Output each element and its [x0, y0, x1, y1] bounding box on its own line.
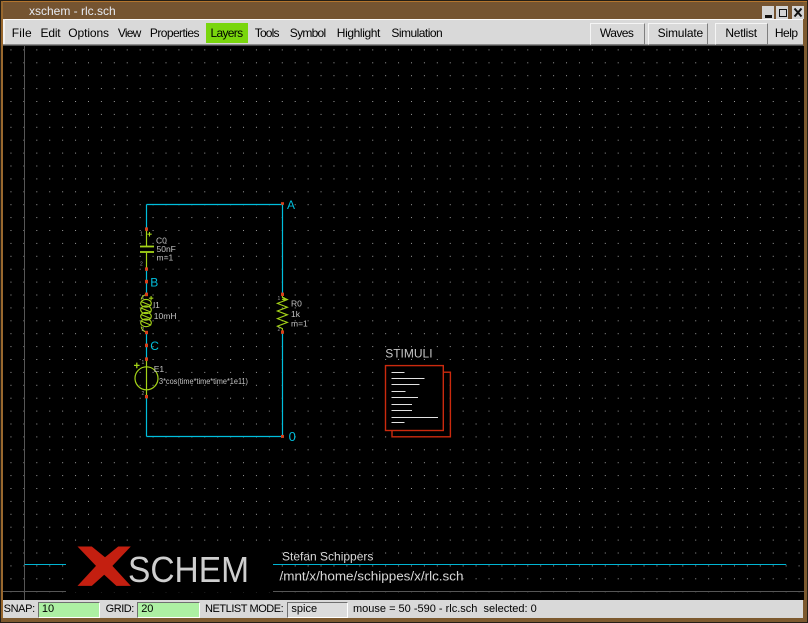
svg-text:10mH: 10mH — [154, 311, 177, 321]
svg-text:A: A — [287, 198, 295, 212]
svg-text:2: 2 — [278, 327, 281, 333]
svg-text:/mnt/x/home/schippes/x/rlc.sch: /mnt/x/home/schippes/x/rlc.sch — [280, 569, 464, 584]
svg-text:Stefan Schippers: Stefan Schippers — [282, 550, 373, 564]
svg-text:1k: 1k — [291, 309, 301, 319]
svg-text:STIMULI: STIMULI — [385, 347, 432, 361]
svg-text:l1: l1 — [153, 300, 160, 310]
svg-text:2: 2 — [142, 327, 145, 333]
svg-text:0: 0 — [289, 429, 296, 444]
svg-text:E1: E1 — [154, 364, 165, 374]
svg-text:3*cos(time*time*time*1e11): 3*cos(time*time*time*1e11) — [159, 377, 248, 386]
svg-text:1: 1 — [140, 232, 143, 238]
svg-text:B: B — [150, 275, 158, 289]
svg-text:C: C — [150, 339, 159, 353]
svg-text:1: 1 — [142, 360, 145, 366]
svg-text:1: 1 — [142, 295, 145, 301]
svg-text:m=1: m=1 — [291, 318, 308, 328]
svg-text:R0: R0 — [291, 299, 302, 309]
svg-text:2: 2 — [140, 262, 143, 268]
svg-text:m=1: m=1 — [157, 252, 174, 262]
svg-text:SCHEM: SCHEM — [128, 549, 249, 590]
svg-text:1: 1 — [278, 296, 281, 302]
svg-text:2: 2 — [142, 391, 145, 397]
